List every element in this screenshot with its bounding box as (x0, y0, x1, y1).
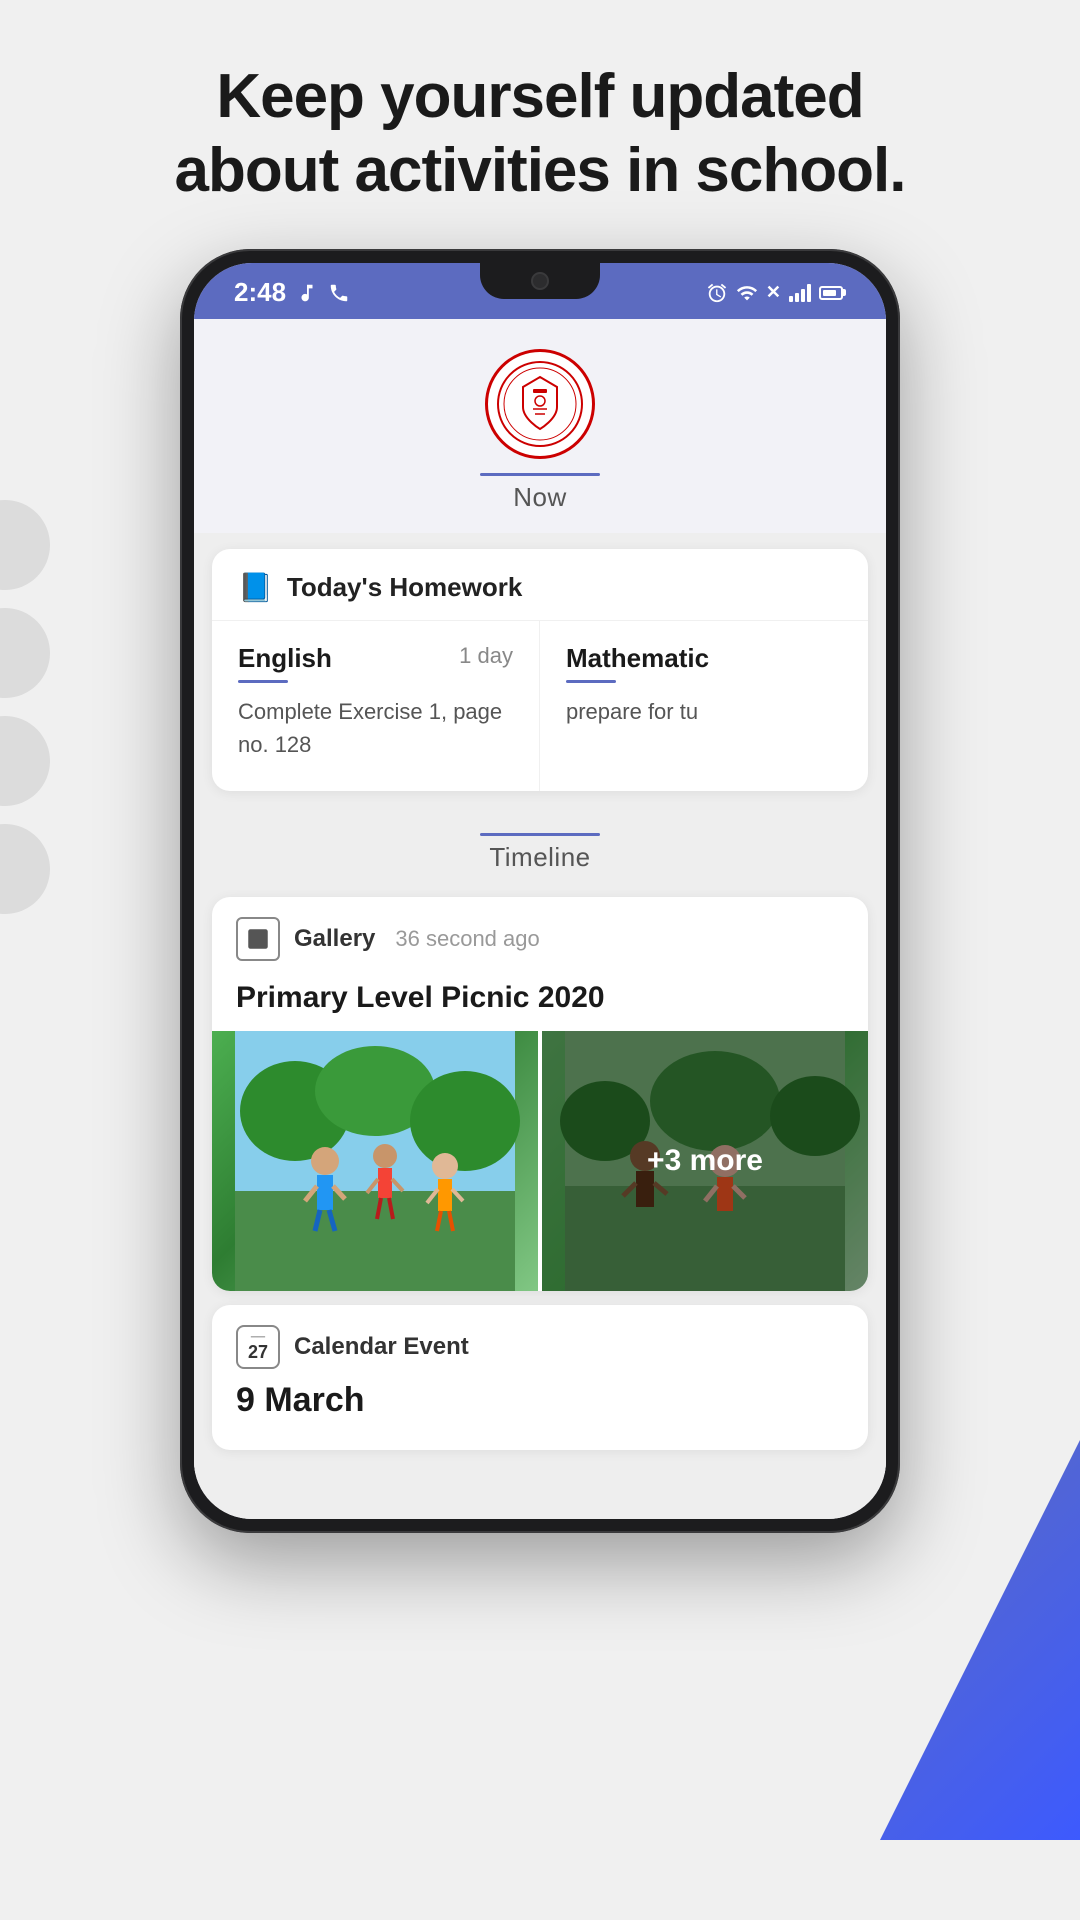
math-subject-name: Mathematic (566, 643, 709, 674)
page-header: Keep yourself updated about activities i… (0, 0, 1080, 249)
calendar-icon: ── 27 (236, 1325, 280, 1369)
phone-frame: 2:48 ✕ (180, 249, 900, 1533)
calendar-card-header: ── 27 Calendar Event (236, 1325, 844, 1369)
more-count-label: +3 more (647, 1144, 763, 1178)
homework-icon: 📘 (238, 571, 273, 604)
timeline-indicator: Timeline (194, 817, 886, 883)
page-title: Keep yourself updated about activities i… (80, 60, 1000, 209)
battery-icon (819, 286, 846, 300)
bg-circle-4 (0, 824, 50, 914)
timeline-line (480, 833, 600, 836)
app-content: Now 📘 Today's Homework English (194, 319, 886, 1519)
homework-title: Today's Homework (287, 572, 522, 603)
gallery-time: 36 second ago (395, 926, 539, 952)
homework-item-english[interactable]: English 1 day Complete Exercise 1, page … (212, 621, 540, 791)
now-line (480, 473, 600, 476)
math-subject-header: Mathematic (566, 643, 842, 683)
english-subject-name: English (238, 643, 332, 674)
math-underline (566, 680, 616, 683)
alarm-icon (706, 282, 728, 304)
gallery-title: Primary Level Picnic 2020 (212, 971, 868, 1031)
more-overlay: +3 more (542, 1031, 868, 1291)
bg-circle-1 (0, 500, 50, 590)
math-homework-text: prepare for tu (566, 695, 842, 728)
now-indicator: Now (480, 473, 600, 513)
gallery-card[interactable]: Gallery 36 second ago Primary Level Picn… (212, 897, 868, 1291)
homework-card-header: 📘 Today's Homework (212, 549, 868, 621)
photo-1-scene (212, 1031, 538, 1291)
english-homework-text: Complete Exercise 1, page no. 128 (238, 695, 513, 761)
english-underline (238, 680, 288, 683)
status-left: 2:48 (234, 277, 350, 308)
school-section: Now (194, 319, 886, 533)
phone-screen: 2:48 ✕ (194, 263, 886, 1519)
x-mark: ✕ (766, 282, 781, 303)
timeline-label: Timeline (489, 842, 590, 873)
camera (531, 272, 549, 290)
status-time: 2:48 (234, 277, 286, 308)
photo-2[interactable]: +3 more (542, 1031, 868, 1291)
signal-bars (789, 284, 811, 302)
timeline-section: Timeline Gallery 36 second ago Primary L… (194, 807, 886, 1474)
bg-circles (0, 500, 50, 914)
homework-item-math[interactable]: Mathematic prepare for tu (540, 621, 868, 791)
phone-icon (328, 282, 350, 304)
school-emblem (495, 359, 585, 449)
school-logo (485, 349, 595, 459)
wifi-icon (736, 282, 758, 304)
gallery-type: Gallery (294, 925, 375, 953)
homework-card[interactable]: 📘 Today's Homework English 1 day C (212, 549, 868, 791)
status-right: ✕ (706, 282, 846, 304)
photo-grid: +3 more (212, 1031, 868, 1291)
calendar-card[interactable]: ── 27 Calendar Event 9 March (212, 1305, 868, 1450)
homework-row: English 1 day Complete Exercise 1, page … (212, 621, 868, 791)
status-bar: 2:48 ✕ (194, 263, 886, 319)
bg-triangle (880, 1440, 1080, 1840)
now-label: Now (513, 482, 567, 513)
gallery-meta: Gallery 36 second ago (294, 925, 540, 953)
music-icon (296, 282, 318, 304)
photo-1[interactable] (212, 1031, 538, 1291)
gallery-card-header: Gallery 36 second ago (212, 897, 868, 971)
english-subject-header: English 1 day (238, 643, 513, 683)
bg-circle-3 (0, 716, 50, 806)
gallery-icon (236, 917, 280, 961)
bg-circle-2 (0, 608, 50, 698)
calendar-type: Calendar Event (294, 1333, 469, 1361)
calendar-date: 9 March (236, 1381, 844, 1420)
english-days: 1 day (459, 643, 513, 669)
notch (480, 263, 600, 299)
